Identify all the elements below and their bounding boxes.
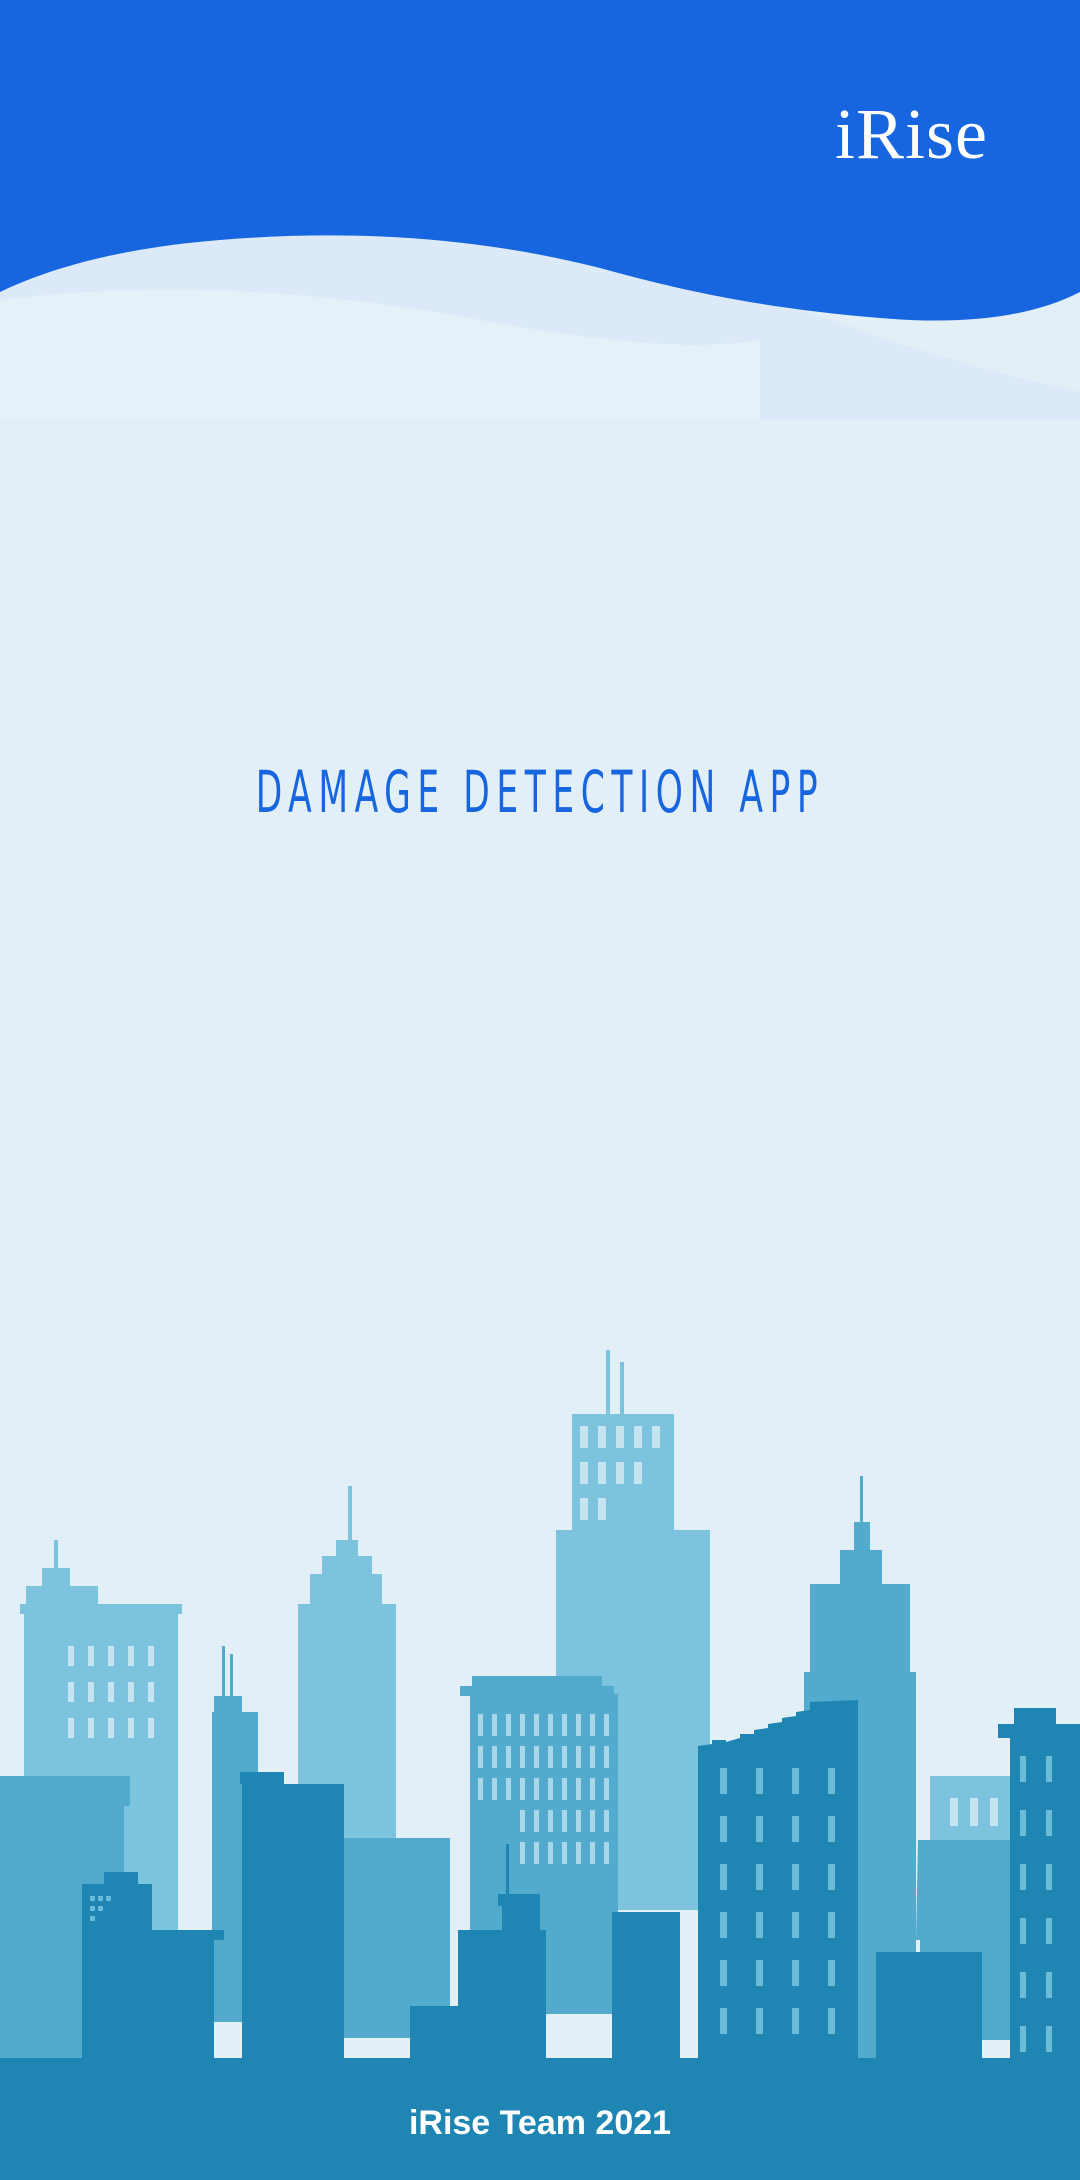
app-title: DAMAGE DETECTION APP — [255, 758, 825, 826]
splash-screen: iRise DAMAGE DETECTION APP iRise Team 20… — [0, 0, 1080, 2180]
brand-logo: iRise — [834, 94, 988, 174]
city-skyline-illustration — [0, 1350, 1080, 2180]
header-wave-background — [0, 0, 1080, 420]
footer-credit: iRise Team 2021 — [408, 2104, 672, 2142]
